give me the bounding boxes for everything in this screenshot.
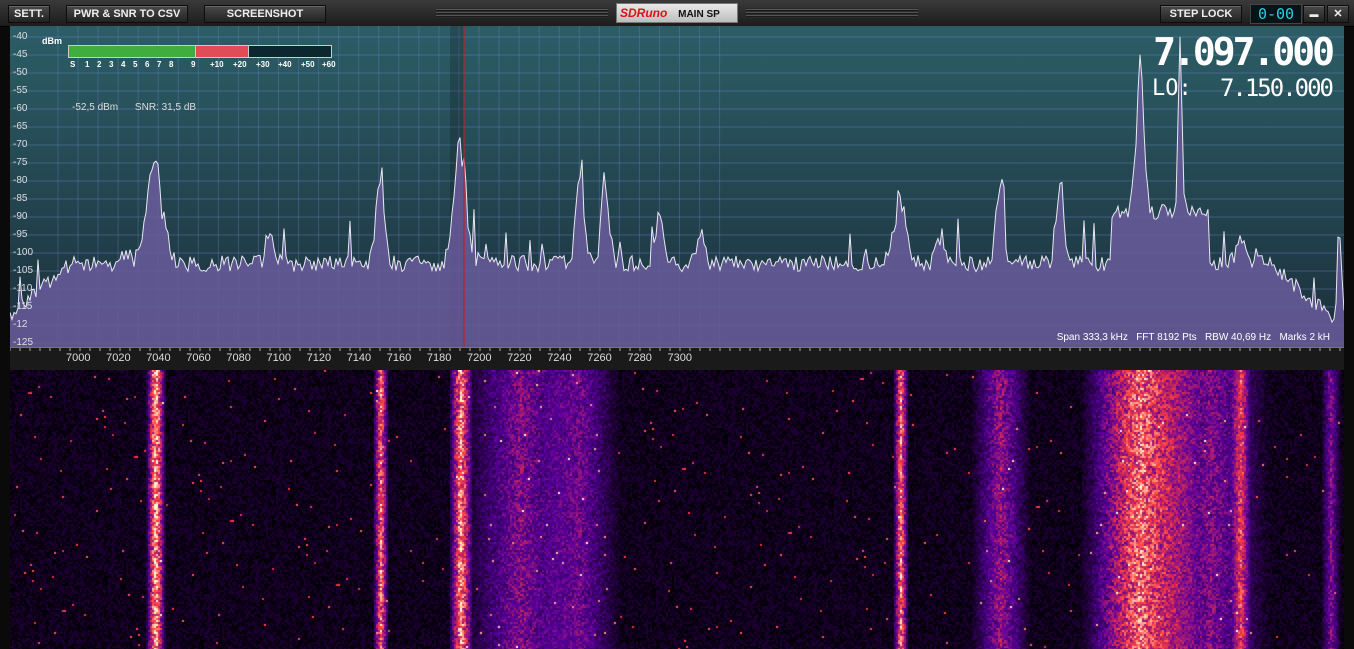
s-meter-label: +20 <box>233 60 247 69</box>
panel-name: MAIN SP <box>678 9 720 20</box>
s-meter-label: 2 <box>97 60 102 69</box>
y-tick-label: -85 <box>13 193 28 204</box>
x-tick-label: 7300 <box>667 352 692 364</box>
sdruno-logo: SDRuno <box>620 6 668 20</box>
screenshot-button[interactable]: SCREENSHOT <box>204 5 326 23</box>
y-tick-label: -80 <box>13 175 28 186</box>
x-tick-label: 7200 <box>467 352 492 364</box>
minimize-icon[interactable]: ▬ <box>1303 5 1325 23</box>
close-icon[interactable]: ✕ <box>1327 5 1349 23</box>
lo-label: LO: <box>1152 76 1192 101</box>
settings-button[interactable]: SETT. <box>8 5 50 23</box>
fft-label: FFT 8192 Pts <box>1136 332 1197 343</box>
y-tick-label: -90 <box>13 211 28 222</box>
y-tick-label: -125 <box>13 337 34 347</box>
x-tick-label: 7240 <box>547 352 572 364</box>
s-meter-label: 3 <box>109 60 114 69</box>
waterfall-display[interactable] <box>10 370 1344 649</box>
lo-frequency[interactable]: 7.150.000 <box>1220 74 1334 102</box>
s-meter-label: 9 <box>191 60 196 69</box>
s-meter-label: 7 <box>157 60 162 69</box>
y-tick-label: -60 <box>13 103 28 114</box>
level-readout: -52,5 dBm SNR: 31,5 dB <box>72 102 196 113</box>
s-meter-label: +40 <box>278 60 292 69</box>
step-lock-button[interactable]: STEP LOCK <box>1160 5 1242 23</box>
drag-handle-left[interactable] <box>436 8 608 18</box>
title-bar: SETT. PWR & SNR TO CSV SCREENSHOT SDRuno… <box>0 0 1354 27</box>
spectrum-info: Span 333,3 kHz FFT 8192 Pts RBW 40,69 Hz… <box>1057 332 1330 343</box>
brand-label: SDRuno MAIN SP <box>616 3 738 23</box>
s-meter-label: 1 <box>85 60 90 69</box>
y-tick-label: -40 <box>13 31 28 42</box>
s-meter-label: +10 <box>210 60 224 69</box>
marks-label: Marks 2 kH <box>1279 332 1330 343</box>
x-tick-label: 7080 <box>226 352 251 364</box>
s-meter-red <box>195 45 249 58</box>
y-tick-label: -45 <box>13 49 28 60</box>
spectrum-plot <box>10 26 1344 347</box>
s-meter-green <box>68 45 196 58</box>
y-tick-label: -50 <box>13 67 28 78</box>
s-meter-label: 8 <box>169 60 174 69</box>
y-tick-label: -75 <box>13 157 28 168</box>
x-tick-label: 7180 <box>426 352 452 364</box>
s-meter-label: S <box>70 60 76 69</box>
waterfall-canvas <box>10 370 1344 649</box>
y-tick-label: -55 <box>13 85 28 96</box>
s-meter-label: +50 <box>301 60 315 69</box>
spectrum-display[interactable]: -40 -45 -50 -55 -60 -65 -70 -75 -80 -85 -90 -95 -100… <box>10 26 1344 347</box>
y-tick-label: -65 <box>13 121 28 132</box>
step-lcd-display: 0-00 <box>1250 4 1302 24</box>
x-tick-label: 7140 <box>346 352 372 364</box>
s-meter-label: +30 <box>256 60 270 69</box>
frequency-axis[interactable]: 7000 7020 7040 7060 7080 7100 7120 7140 7160 7180… <box>10 347 1344 371</box>
s-meter-label: 6 <box>145 60 150 69</box>
x-tick-label: 7040 <box>146 352 171 364</box>
x-tick-label: 7120 <box>306 352 332 364</box>
x-tick-label: 7220 <box>507 352 532 364</box>
y-tick-label: -115 <box>13 301 33 312</box>
power-readout: -52,5 dBm <box>72 102 119 113</box>
x-tick-label: 7100 <box>266 352 291 364</box>
s-meter-empty <box>248 45 332 58</box>
y-tick-label: -105 <box>13 265 34 276</box>
x-tick-label: 7260 <box>587 352 612 364</box>
x-tick-label: 7020 <box>106 352 131 364</box>
rbw-label: RBW 40,69 Hz <box>1204 332 1272 343</box>
s-meter-label: +60 <box>322 60 336 69</box>
y-tick-label: -100 <box>13 247 34 258</box>
x-tick-label: 7160 <box>386 352 412 364</box>
y-tick-label: -95 <box>13 229 28 240</box>
snr-readout: SNR: 31,5 dB <box>134 102 197 113</box>
drag-handle-right[interactable] <box>746 8 918 18</box>
dbm-unit-label: dBm <box>42 36 62 46</box>
x-tick-label: 7280 <box>627 352 652 364</box>
vfo-frequency[interactable]: 7.097.000 <box>1153 30 1335 74</box>
s-meter-label: 4 <box>121 60 126 69</box>
y-tick-label: -12 <box>13 319 28 330</box>
spectrum-fill <box>10 36 1344 347</box>
pwr-snr-csv-button[interactable]: PWR & SNR TO CSV <box>66 5 188 23</box>
x-tick-label: 7000 <box>66 352 91 364</box>
y-tick-label: -70 <box>13 139 28 150</box>
s-meter-label: 5 <box>133 60 138 69</box>
span-label: Span 333,3 kHz <box>1056 332 1128 343</box>
y-tick-label: -110 <box>13 283 33 294</box>
x-tick-label: 7060 <box>186 352 211 364</box>
